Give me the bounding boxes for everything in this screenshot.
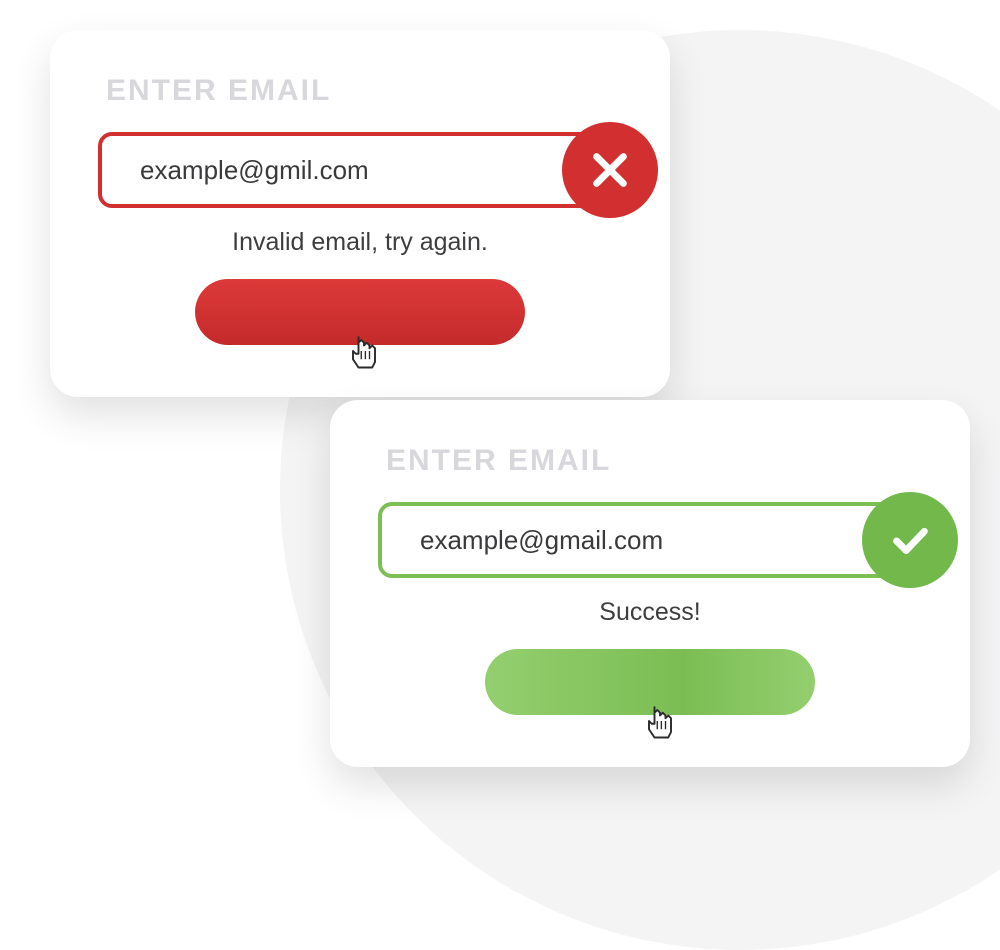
status-text-success: Success! <box>378 598 922 627</box>
email-field[interactable] <box>378 502 922 578</box>
email-field[interactable] <box>98 132 622 208</box>
success-badge <box>862 492 958 588</box>
input-row <box>378 502 922 578</box>
input-row <box>98 132 622 208</box>
error-badge <box>562 122 658 218</box>
card-label: ENTER EMAIL <box>106 74 622 108</box>
status-text-error: Invalid email, try again. <box>98 228 622 257</box>
email-card-success: ENTER EMAIL Success! <box>330 400 970 767</box>
card-label: ENTER EMAIL <box>386 444 922 478</box>
submit-button[interactable] <box>485 649 815 715</box>
email-card-error: ENTER EMAIL Invalid email, try again. <box>50 30 670 397</box>
submit-button[interactable] <box>195 279 525 345</box>
check-icon <box>887 517 933 563</box>
x-icon <box>587 147 633 193</box>
